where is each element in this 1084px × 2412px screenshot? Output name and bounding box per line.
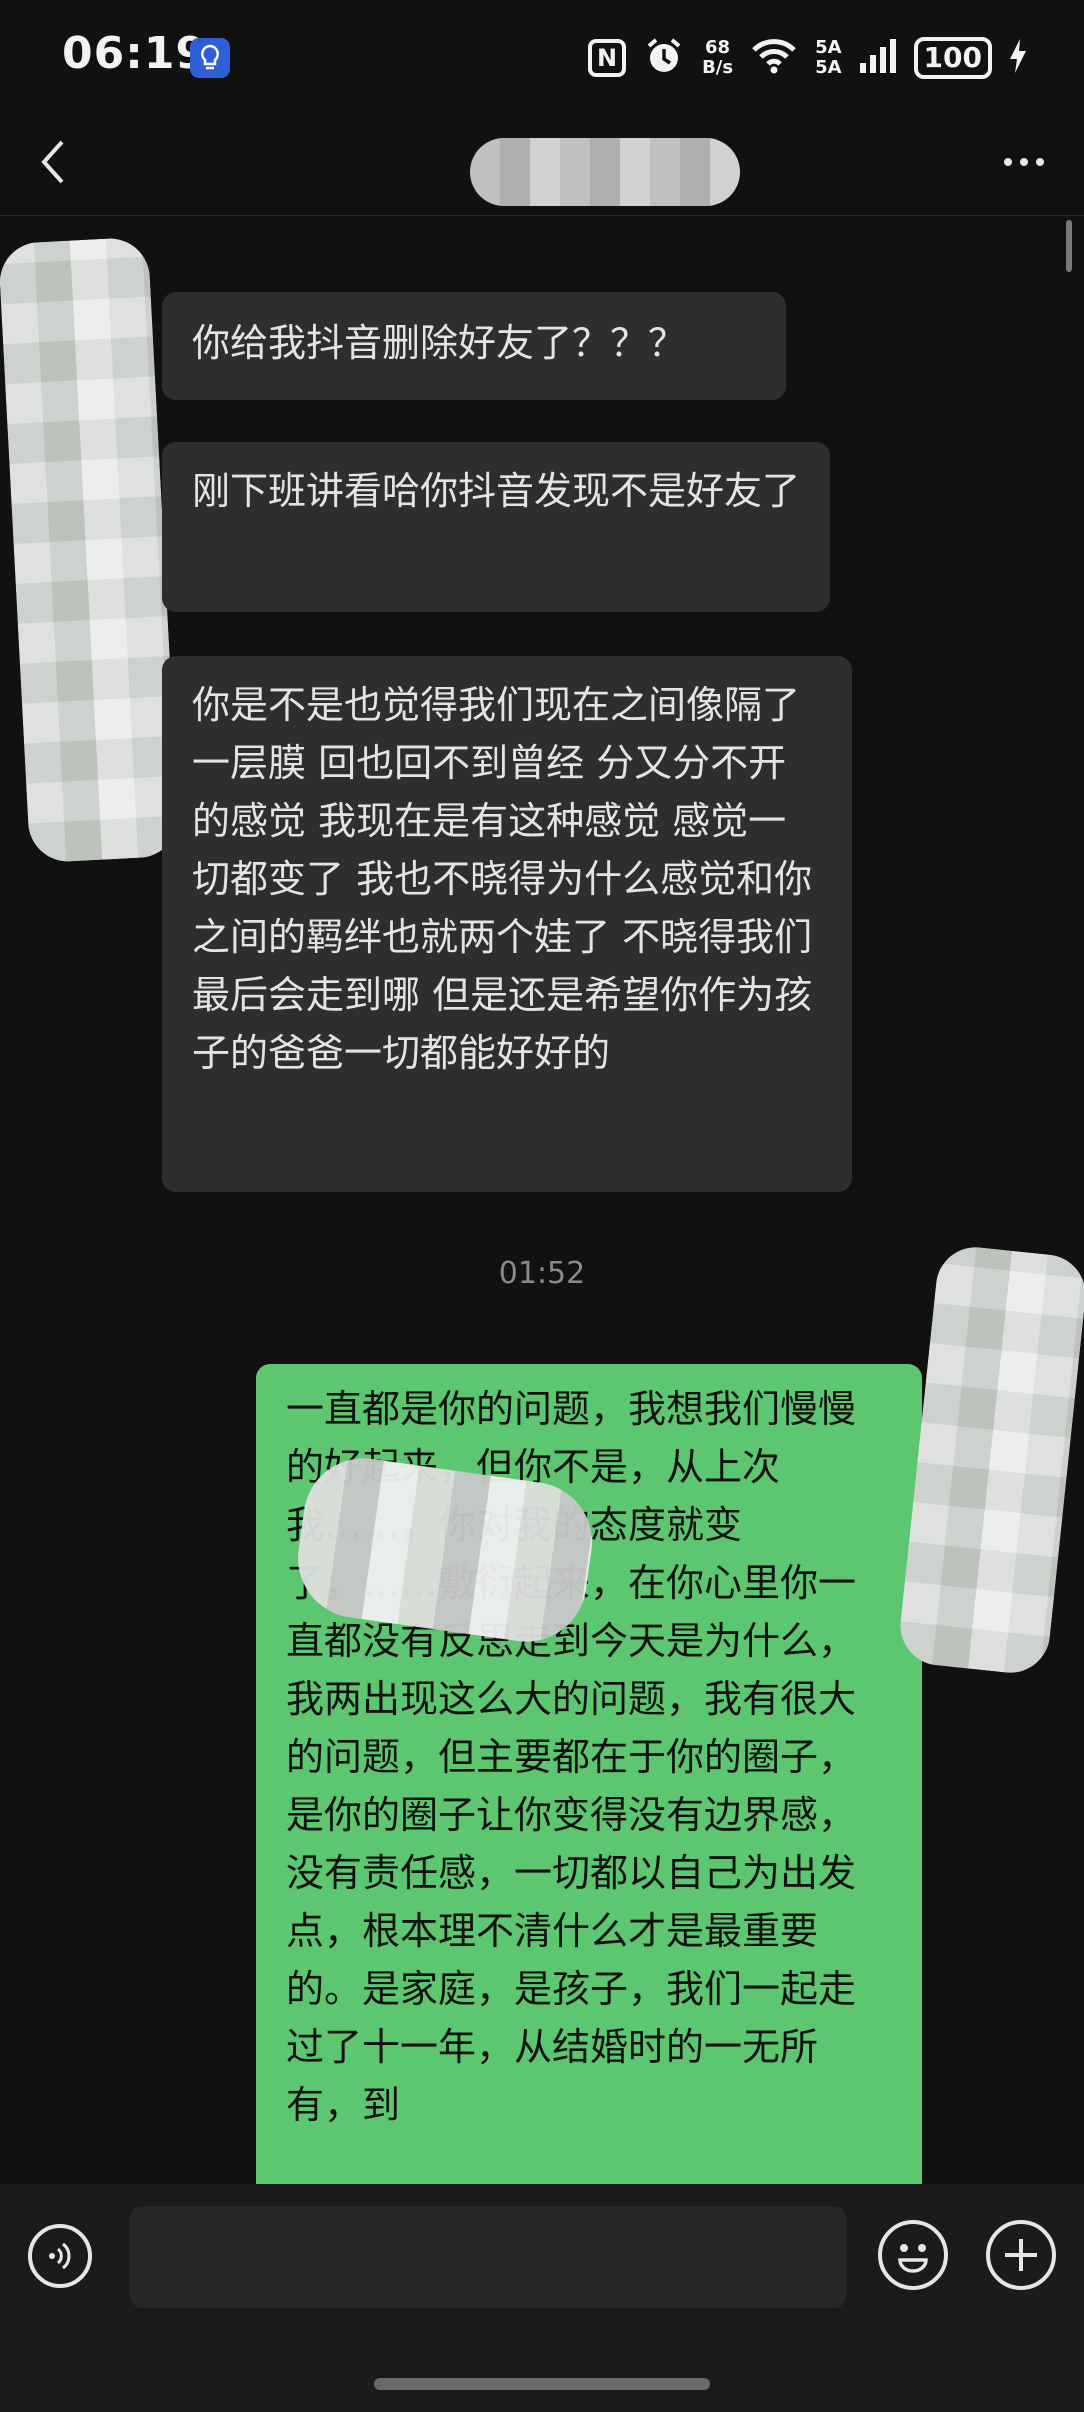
message-input[interactable] (130, 2206, 846, 2308)
message-bubble-incoming[interactable]: 你给我抖音删除好友了？？？ (162, 292, 786, 400)
contact-name-redacted (470, 138, 740, 206)
alarm-icon (644, 36, 684, 80)
lightbulb-app-icon (190, 38, 230, 78)
scrollbar[interactable] (1066, 220, 1072, 272)
network-speed-unit: B/s (702, 57, 734, 78)
battery-indicator: 100 (913, 37, 992, 79)
status-bar: 06:19 N 68 B/s 5A 5A 100 (0, 0, 1084, 110)
home-indicator[interactable] (374, 2378, 710, 2390)
signal-label-2: 5A (815, 57, 842, 78)
signal-label-1: 5A (815, 37, 842, 58)
nfc-icon: N (588, 39, 627, 77)
chat-header (0, 110, 1084, 216)
contact-name (470, 138, 740, 206)
message-bubble-incoming[interactable]: 刚下班讲看哈你抖音发现不是好友了 (162, 442, 830, 612)
emoji-icon[interactable] (878, 2220, 948, 2290)
plus-icon[interactable] (986, 2220, 1056, 2290)
message-timestamp: 01:52 (498, 1256, 586, 1291)
status-time: 06:19 (62, 28, 208, 79)
network-speed: 68 B/s (702, 38, 733, 78)
voice-icon[interactable] (28, 2224, 92, 2288)
charging-icon (1010, 39, 1026, 77)
network-speed-value: 68 (705, 37, 731, 58)
more-dots-icon[interactable] (1004, 158, 1044, 166)
contact-avatar[interactable] (0, 236, 181, 864)
message-input-bar (0, 2184, 1084, 2412)
cellular-signal: 5A 5A (815, 38, 841, 78)
signal-bars-icon (859, 39, 896, 77)
status-indicators: N 68 B/s 5A 5A 100 (588, 30, 1026, 86)
message-bubble-incoming[interactable]: 你是不是也觉得我们现在之间像隔了一层膜 回也回不到曾经 分又分不开的感觉 我现在… (162, 656, 852, 1192)
wifi-icon (751, 38, 797, 78)
user-avatar[interactable] (896, 1243, 1084, 1677)
chevron-left-icon[interactable] (38, 138, 68, 190)
